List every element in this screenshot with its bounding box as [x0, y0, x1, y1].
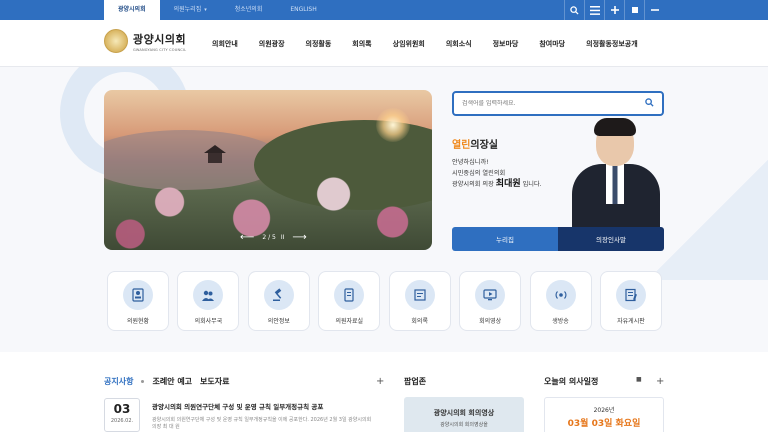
search-icon[interactable] [645, 98, 654, 110]
background-shape-decoration [648, 160, 768, 280]
logo-subtitle: GWANGYANG CITY COUNCIL [133, 47, 187, 52]
tab-separator [141, 380, 145, 383]
notice-summary: 광양시의회 의원연구단체 구성 및 운영 규칙 일부개정규칙을 이에 공포한다.… [152, 417, 372, 430]
logo-title: 광양시의회 [133, 32, 187, 46]
chair-greeting-button[interactable]: 의장인사말 [558, 227, 664, 251]
quick-menu-members[interactable]: 의원현황 [107, 271, 169, 331]
board-icon [615, 280, 646, 310]
quick-menu-live[interactable]: 생방송 [529, 271, 592, 331]
member-icon [123, 280, 153, 310]
council-emblem-icon [104, 29, 128, 53]
chevron-down-icon: ▾ [204, 7, 207, 13]
main-visual-slider[interactable]: ⟵ 2 / 5 II ⟶ [104, 90, 432, 250]
chair-buttons: 누리집 의장인사말 [452, 227, 664, 251]
bottom-section: 공지사항 조례안 예고 보도자료 + 03 2026.02. 광양시의회 의원연… [0, 352, 768, 432]
chair-section-title: 열린의장실 [452, 140, 499, 151]
site-tab-member-home[interactable]: 의원누리집 ▾ [160, 0, 221, 20]
minutes-icon [404, 280, 435, 310]
quick-menu-video[interactable]: 회의영상 [459, 271, 522, 331]
nav-member-plaza[interactable]: 의원광장 [259, 39, 285, 49]
top-utility-bar: 광양시의회 의원누리집 ▾ 청소년의회 ENGLISH [0, 0, 768, 20]
quick-menu-minutes[interactable]: 회의록 [388, 271, 451, 331]
zoom-out-icon[interactable] [644, 0, 664, 20]
slider-counter: 2 / 5 [262, 234, 276, 241]
nav-participation[interactable]: 참여마당 [539, 39, 565, 49]
chair-portrait [566, 118, 666, 228]
slider-prev-button[interactable]: ⟵ [240, 232, 254, 243]
schedule-pause-button[interactable]: ■ [636, 376, 642, 383]
notice-more-button[interactable]: + [376, 376, 384, 387]
search-icon[interactable] [564, 0, 584, 20]
quick-menu-free-board[interactable]: 자유게시판 [599, 271, 662, 331]
tab-ordinance-notice[interactable]: 조례안 예고 [152, 376, 192, 387]
search-box [452, 91, 664, 116]
schedule-year: 2026년 [593, 407, 615, 414]
gavel-icon [263, 280, 294, 310]
main-navigation: 의회안내 의원광장 의정활동 회의록 상임위원회 의회소식 정보마당 참여마당 … [212, 20, 659, 67]
tab-press-release[interactable]: 보도자료 [200, 376, 229, 387]
schedule-more-button[interactable]: + [656, 376, 664, 387]
nav-council-intro[interactable]: 의회안내 [212, 39, 238, 49]
slider-next-button[interactable]: ⟶ [292, 232, 306, 243]
quick-menu-office[interactable]: 의회사무국 [177, 271, 240, 331]
schedule-date: 03월 03일 화요일 [567, 419, 641, 429]
nav-standing-committee[interactable]: 상임위원회 [393, 39, 425, 49]
site-header: 광양시의회 GWANGYANG CITY COUNCIL 의회안내 의원광장 의… [0, 20, 768, 67]
schedule-controls: ■ [636, 376, 642, 383]
schedule-title: 오늘의 의사일정 [544, 377, 599, 386]
popup-zone-title: 팝업존 [404, 377, 427, 386]
chair-greeting: 안녕하십니까! 시민중심의 열린의회 광양시의회 의장 최대원 입니다. [452, 159, 542, 189]
schedule-box: 2026년 03월 03일 화요일 [544, 397, 664, 432]
menu-icon[interactable] [584, 0, 604, 20]
office-icon [193, 280, 224, 310]
top-utility-icons [564, 0, 664, 20]
tab-notice[interactable]: 공지사항 [104, 376, 133, 387]
slider-controls: ⟵ 2 / 5 II ⟶ [232, 232, 315, 243]
notice-title: 광양시의회 의원연구단체 구성 및 운영 규칙 일부개정규칙 공포 [152, 403, 324, 411]
notice-list-item[interactable]: 03 2026.02. 광양시의회 의원연구단체 구성 및 운영 규칙 일부개정… [104, 398, 372, 432]
nav-council-news[interactable]: 의회소식 [446, 39, 472, 49]
slide-image-sun [376, 108, 410, 142]
nav-activity-disclosure[interactable]: 의정활동정보공개 [586, 39, 638, 49]
notice-tabs: 공지사항 조례안 예고 보도자료 [104, 376, 238, 387]
quick-menu: 의원현황 의회사무국 의안정보 의원자료실 회의록 회의영상 생방송 자유게시판 [107, 271, 662, 331]
quick-menu-bill-info[interactable]: 의안정보 [247, 271, 310, 331]
chair-homepage-button[interactable]: 누리집 [452, 227, 558, 251]
chair-name: 최대원 [495, 179, 521, 189]
video-icon [475, 280, 506, 310]
nav-minutes[interactable]: 회의록 [352, 39, 371, 49]
live-icon [545, 280, 576, 310]
site-tabs: 광양시의회 의원누리집 ▾ 청소년의회 ENGLISH [104, 0, 331, 20]
search-input[interactable] [454, 100, 634, 107]
zoom-in-icon[interactable] [604, 0, 624, 20]
slider-pause-button[interactable]: II [281, 234, 285, 241]
nav-activities[interactable]: 의정활동 [306, 39, 332, 49]
site-logo[interactable]: 광양시의회 GWANGYANG CITY COUNCIL [104, 29, 186, 53]
notice-date: 03 2026.02. [104, 398, 140, 432]
document-icon [334, 280, 365, 310]
nav-info[interactable]: 정보마당 [493, 39, 519, 49]
popup-zone-banner[interactable]: 광양시의회 회의영상 광양시의회 회의영상을 [404, 397, 524, 432]
site-tab-english[interactable]: ENGLISH [276, 0, 330, 20]
stop-icon[interactable] [624, 0, 644, 20]
site-tab-youth-council[interactable]: 청소년의회 [221, 0, 277, 20]
site-tab-council[interactable]: 광양시의회 [104, 0, 160, 20]
slide-image-pavilion [204, 145, 226, 165]
quick-menu-member-archive[interactable]: 의원자료실 [318, 271, 381, 331]
